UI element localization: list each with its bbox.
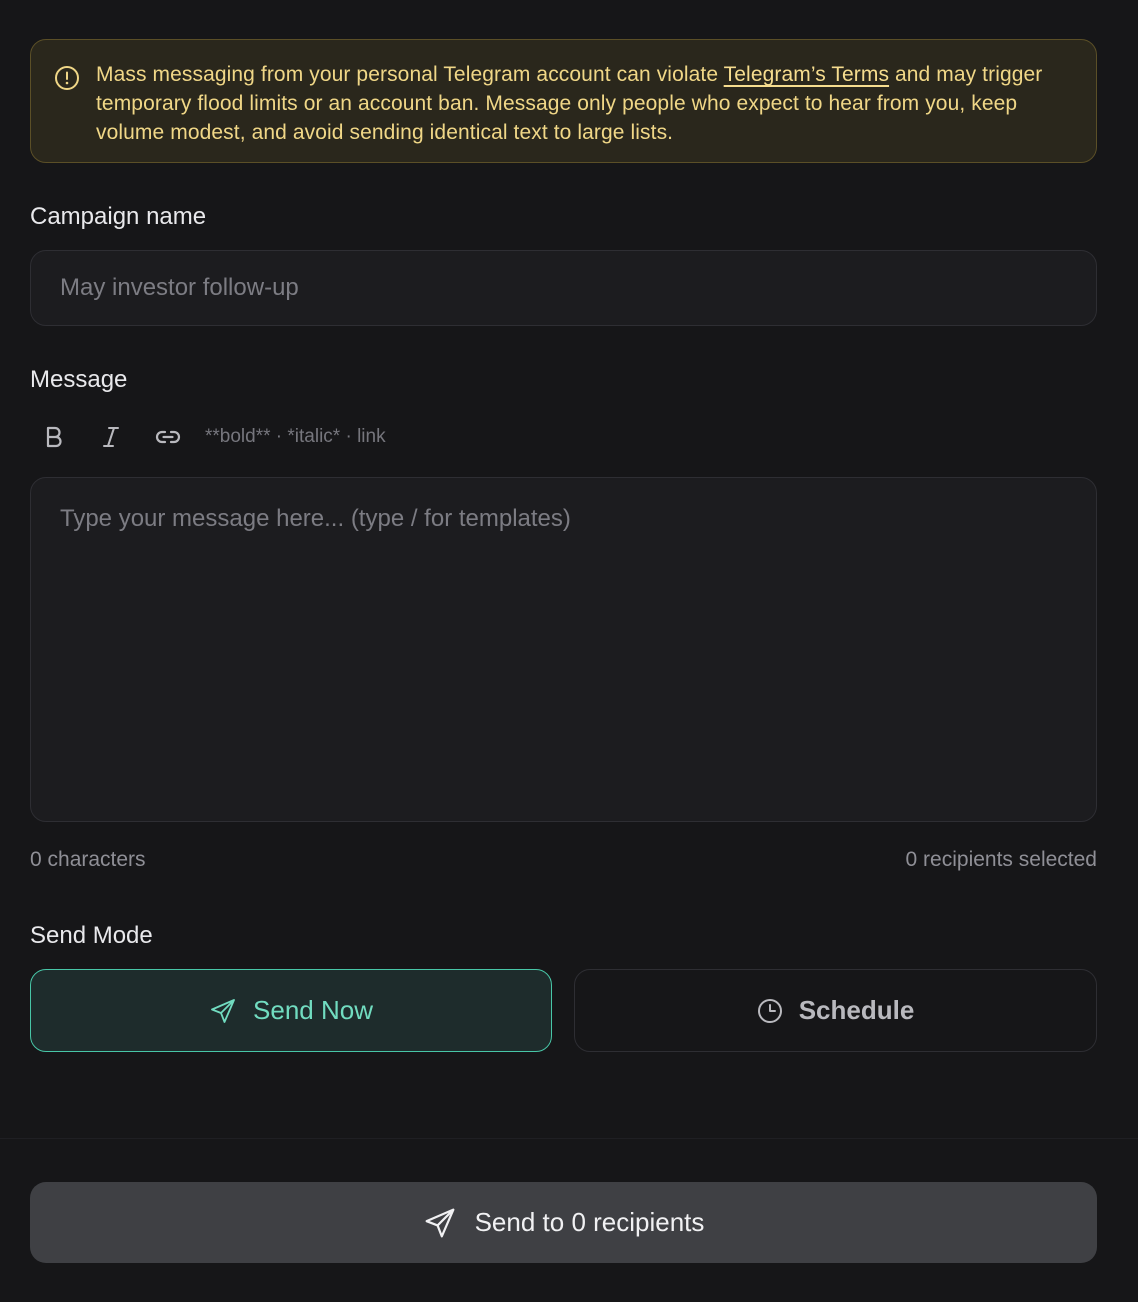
send-now-option[interactable]: Send Now bbox=[30, 969, 552, 1052]
campaign-name-input[interactable] bbox=[31, 251, 1096, 325]
bold-button[interactable] bbox=[30, 414, 78, 460]
campaign-name-field-wrapper bbox=[30, 250, 1097, 326]
formatting-hint: **bold** · *italic* · link bbox=[205, 426, 386, 447]
footer-divider bbox=[0, 1138, 1138, 1139]
campaign-name-label: Campaign name bbox=[30, 203, 207, 230]
message-textarea[interactable] bbox=[31, 478, 1096, 821]
send-icon bbox=[209, 997, 237, 1025]
compose-campaign-page: Mass messaging from your personal Telegr… bbox=[0, 0, 1138, 1302]
link-icon bbox=[155, 427, 181, 447]
alert-circle-icon bbox=[54, 65, 80, 91]
character-count: 0 characters bbox=[30, 848, 146, 871]
link-button[interactable] bbox=[144, 414, 192, 460]
message-field-wrapper bbox=[30, 477, 1097, 822]
clock-icon bbox=[757, 998, 783, 1024]
send-to-recipients-label: Send to 0 recipients bbox=[474, 1207, 705, 1237]
send-to-recipients-button[interactable]: Send to 0 recipients bbox=[30, 1182, 1097, 1263]
recipients-count: 0 recipients selected bbox=[905, 848, 1097, 871]
italic-icon bbox=[100, 425, 122, 449]
warning-banner: Mass messaging from your personal Telegr… bbox=[30, 39, 1097, 163]
italic-button[interactable] bbox=[87, 414, 135, 460]
send-now-label: Send Now bbox=[253, 995, 373, 1025]
bold-icon bbox=[43, 425, 65, 449]
send-mode-label: Send Mode bbox=[30, 922, 153, 949]
warning-text-before: Mass messaging from your personal Telegr… bbox=[96, 63, 724, 86]
schedule-label: Schedule bbox=[798, 995, 915, 1025]
message-label: Message bbox=[30, 366, 128, 393]
schedule-option[interactable]: Schedule bbox=[574, 969, 1097, 1052]
telegram-terms-link[interactable]: Telegram’s Terms bbox=[724, 63, 889, 86]
formatting-toolbar: **bold** · *italic* · link bbox=[30, 414, 386, 460]
send-icon bbox=[423, 1206, 457, 1240]
